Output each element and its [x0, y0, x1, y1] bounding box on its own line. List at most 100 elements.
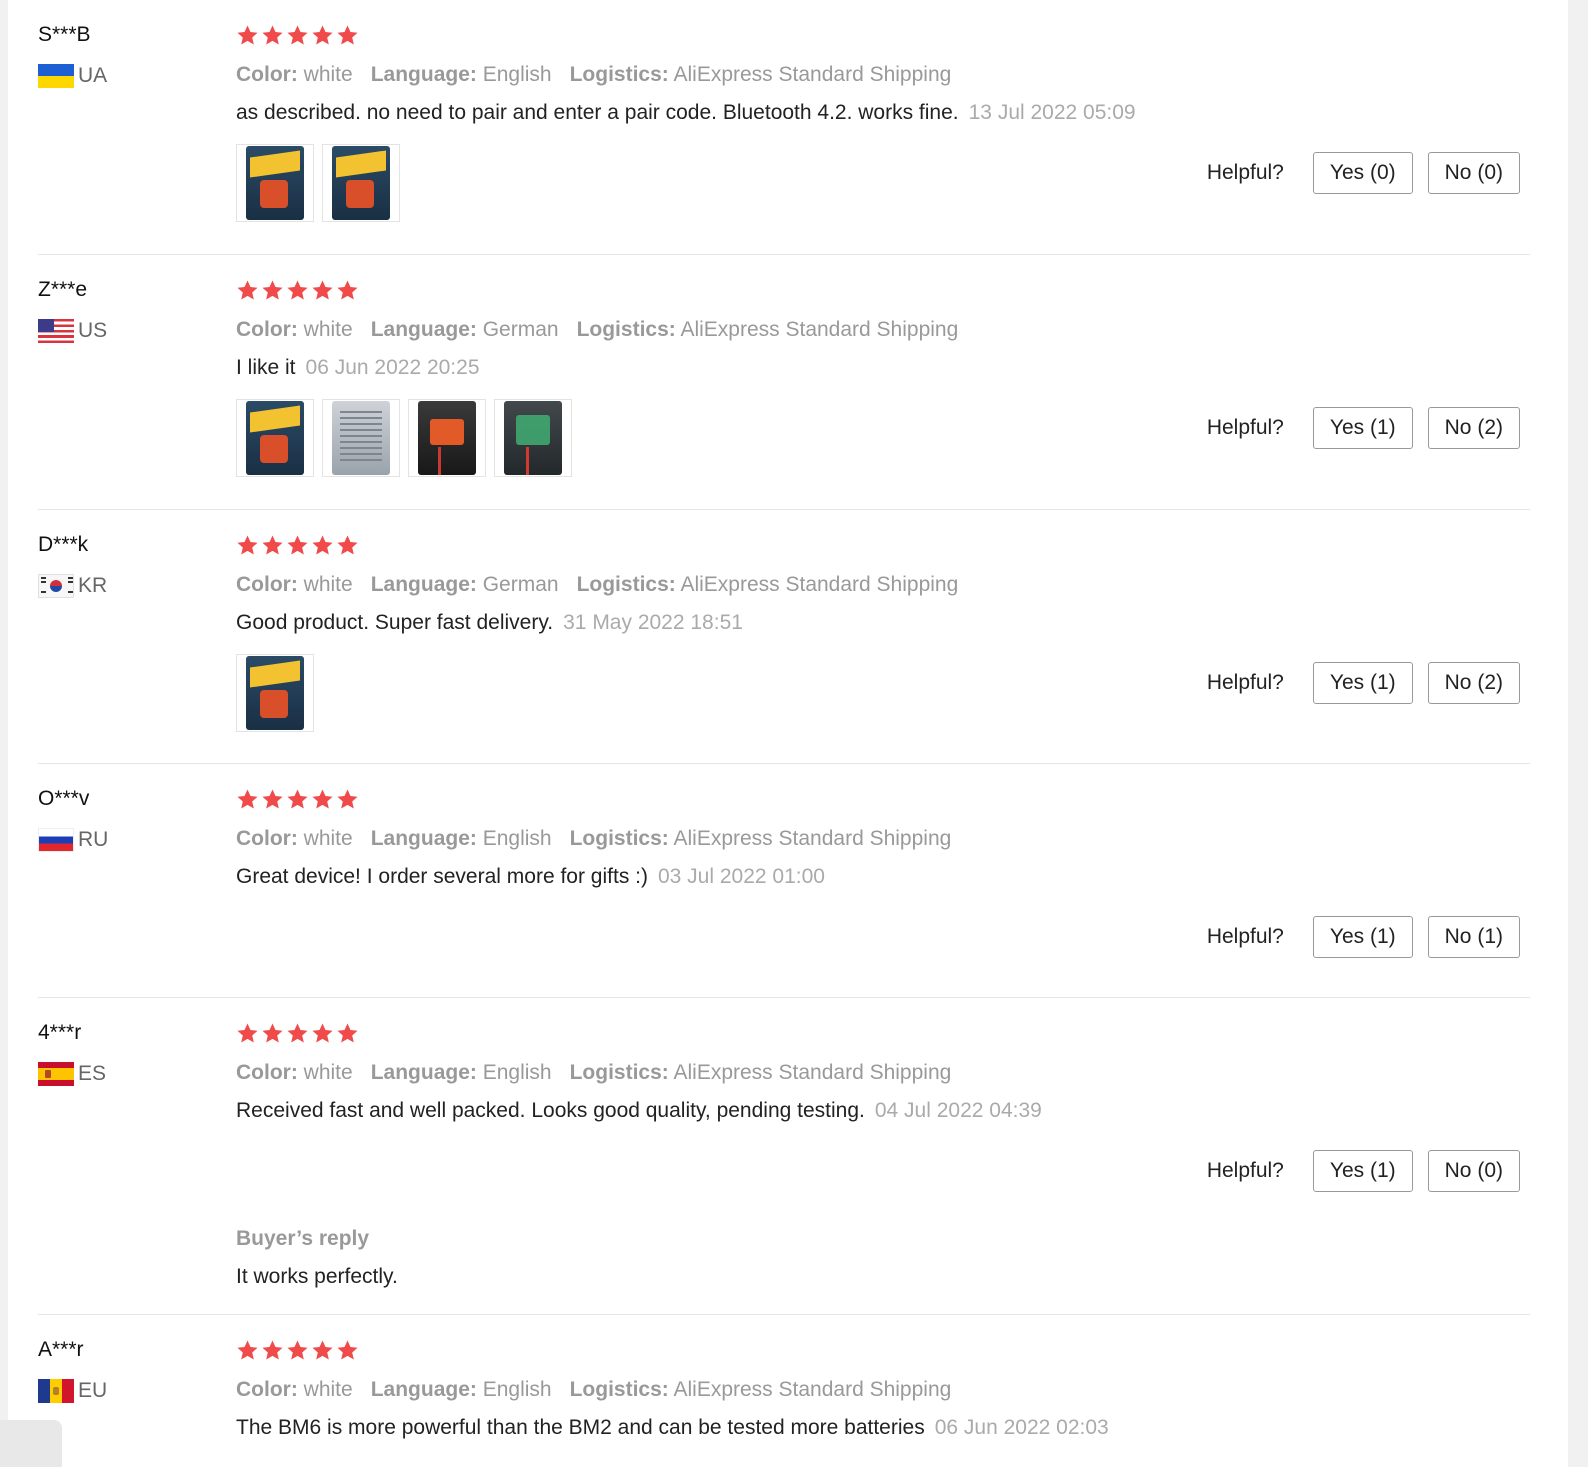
attr-language-label: Language: [370, 827, 477, 850]
star-icon [261, 534, 284, 557]
review-photo-thumbnail[interactable] [322, 399, 400, 477]
star-icon [236, 534, 259, 557]
review-photo-thumbnail[interactable] [408, 399, 486, 477]
country-code: EU [78, 1379, 108, 1402]
reviewer-info: Z***e US [38, 275, 218, 344]
star-icon [286, 24, 309, 47]
review-text: Great device! I order several more for g… [236, 865, 648, 888]
attr-color-value: white [303, 318, 353, 341]
reviewer-info: O***v RU [38, 784, 218, 853]
attr-logistics-value: AliExpress Standard Shipping [680, 318, 959, 341]
attr-logistics-label: Logistics: [569, 1061, 669, 1084]
attr-logistics: Logistics: AliExpress Standard Shipping [570, 63, 952, 86]
review-date: 06 Jun 2022 20:25 [305, 356, 480, 379]
review-attributes: Color: white Language: English Logistics: … [236, 1375, 1530, 1405]
scrollbar-track[interactable] [1568, 0, 1588, 1467]
reviewer-name: O***v [38, 787, 90, 810]
attr-color: Color: white [236, 573, 353, 596]
review-date: 31 May 2022 18:51 [563, 611, 743, 634]
review-photo-thumbnail[interactable] [236, 144, 314, 222]
review-item: 4***r ES Color: white Language: English Logi… [38, 998, 1530, 1315]
country-flag-icon [38, 828, 74, 852]
helpful-yes-button[interactable]: Yes (1) [1312, 662, 1413, 704]
country-flag-icon [38, 319, 74, 343]
review-body: Received fast and well packed. Looks goo… [236, 1096, 1530, 1126]
country-code: UA [78, 64, 108, 87]
attr-language-value: German [482, 318, 559, 341]
reviewer-country: EU [38, 1378, 218, 1404]
reviewer-name: 4***r [38, 1021, 82, 1044]
helpful-no-button[interactable]: No (2) [1427, 407, 1520, 449]
star-icon [286, 788, 309, 811]
helpful-no-button[interactable]: No (1) [1427, 916, 1520, 958]
helpful-no-button[interactable]: No (2) [1427, 662, 1520, 704]
reviewer-info: S***B UA [38, 20, 218, 89]
attr-logistics-label: Logistics: [569, 827, 669, 850]
helpful-yes-button[interactable]: Yes (0) [1312, 152, 1413, 194]
star-icon [261, 788, 284, 811]
attr-language-value: German [482, 573, 559, 596]
review-item: O***v RU Color: white Language: English Logi… [38, 764, 1530, 998]
star-icon [261, 24, 284, 47]
attr-logistics-value: AliExpress Standard Shipping [673, 1061, 952, 1084]
attr-color-label: Color: [236, 573, 298, 596]
attr-color-label: Color: [236, 1378, 298, 1401]
attr-color-value: white [303, 63, 353, 86]
attr-language: Language: English [371, 1061, 552, 1084]
attr-color-value: white [303, 1378, 353, 1401]
helpful-label: Helpful? [1206, 416, 1284, 439]
attr-logistics-value: AliExpress Standard Shipping [673, 63, 952, 86]
review-text: Good product. Super fast delivery. [236, 611, 554, 634]
review-photo-thumbnail[interactable] [494, 399, 572, 477]
attr-logistics: Logistics: AliExpress Standard Shipping [570, 827, 952, 850]
review-photo-thumbnail[interactable] [236, 654, 314, 732]
helpful-no-button[interactable]: No (0) [1427, 1150, 1520, 1192]
star-icon [236, 1022, 259, 1045]
attr-logistics-label: Logistics: [576, 573, 676, 596]
star-icon [336, 534, 359, 557]
star-icon [336, 1022, 359, 1045]
helpful-yes-button[interactable]: Yes (1) [1312, 916, 1413, 958]
helpful-label: Helpful? [1206, 925, 1284, 948]
attr-language-value: English [482, 1378, 552, 1401]
review-content: Color: white Language: English Logistics: … [236, 998, 1530, 1292]
attr-logistics: Logistics: AliExpress Standard Shipping [577, 573, 959, 596]
star-icon [261, 1022, 284, 1045]
star-icon [336, 279, 359, 302]
review-item: D***k KR Color: white Language: German Logis… [38, 510, 1530, 764]
attr-color: Color: white [236, 63, 353, 86]
review-photo-thumbnail[interactable] [322, 144, 400, 222]
country-code: RU [78, 828, 109, 851]
helpful-label: Helpful? [1206, 161, 1284, 184]
battery-monitor-package-image [246, 401, 304, 475]
helpful-yes-button[interactable]: Yes (1) [1312, 407, 1413, 449]
attr-logistics: Logistics: AliExpress Standard Shipping [570, 1061, 952, 1084]
attr-language-value: English [482, 827, 552, 850]
attr-color-label: Color: [236, 1061, 298, 1084]
star-icon [311, 788, 334, 811]
country-code: US [78, 319, 108, 342]
helpful-label: Helpful? [1206, 671, 1284, 694]
review-list: S***B UA Color: white Language: English Logi… [38, 0, 1530, 1473]
reviewer-country: RU [38, 827, 218, 853]
helpful-no-button[interactable]: No (0) [1427, 152, 1520, 194]
buyer-reply-title: Buyer’s reply [236, 1227, 370, 1250]
star-rating [236, 279, 1530, 305]
attr-language-label: Language: [370, 1061, 477, 1084]
attr-language-value: English [482, 63, 552, 86]
reviewer-country: KR [38, 573, 218, 599]
device-image [418, 401, 476, 475]
attr-color: Color: white [236, 827, 353, 850]
helpful-vote: Helpful? Yes (1) No (1) [1207, 916, 1520, 958]
attr-color-label: Color: [236, 63, 298, 86]
reviewer-country: US [38, 318, 218, 344]
star-icon [236, 279, 259, 302]
helpful-vote: Helpful? Yes (1) No (2) [1207, 407, 1520, 449]
attr-language: Language: English [371, 827, 552, 850]
review-text: The BM6 is more powerful than the BM2 an… [236, 1416, 925, 1439]
review-body: Great device! I order several more for g… [236, 862, 1530, 892]
helpful-yes-button[interactable]: Yes (1) [1312, 1150, 1413, 1192]
star-icon [336, 788, 359, 811]
review-photo-thumbnail[interactable] [236, 399, 314, 477]
star-icon [236, 788, 259, 811]
